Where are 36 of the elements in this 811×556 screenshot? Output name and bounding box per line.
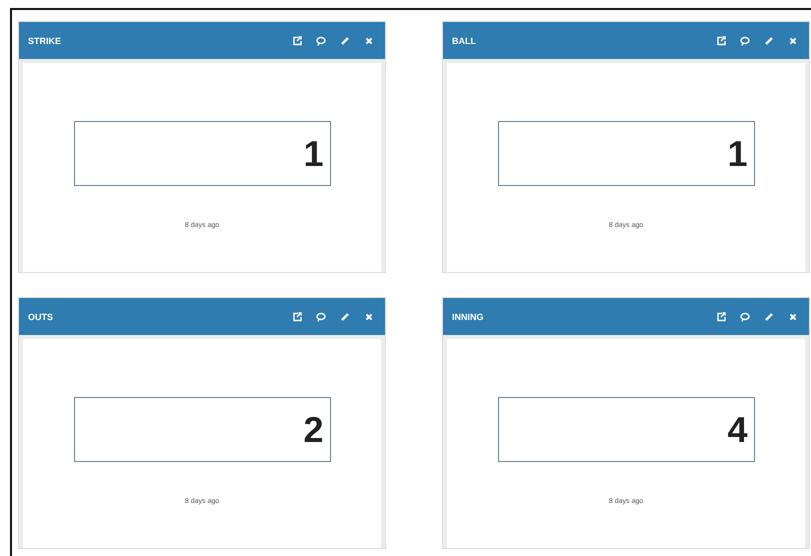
edit-button[interactable] bbox=[763, 310, 775, 322]
close-icon bbox=[364, 312, 374, 322]
comment-button[interactable] bbox=[315, 310, 327, 322]
external-link-button[interactable] bbox=[715, 310, 727, 322]
close-icon bbox=[364, 36, 374, 46]
speech-bubble-icon bbox=[740, 312, 750, 322]
external-link-button[interactable] bbox=[291, 34, 303, 46]
counter-value: 4 bbox=[727, 408, 748, 450]
speech-bubble-icon bbox=[316, 312, 326, 322]
pencil-icon bbox=[764, 312, 774, 322]
pencil-icon bbox=[340, 36, 350, 46]
external-link-icon bbox=[716, 36, 726, 46]
edit-button[interactable] bbox=[339, 34, 351, 46]
widget-title: OUTS bbox=[28, 312, 54, 322]
speech-bubble-icon bbox=[316, 36, 326, 46]
counter-value: 1 bbox=[727, 132, 748, 174]
external-link-button[interactable] bbox=[291, 310, 303, 322]
widget-title: INNING bbox=[452, 312, 484, 322]
counter-value: 2 bbox=[303, 408, 324, 450]
pencil-icon bbox=[340, 312, 350, 322]
external-link-button[interactable] bbox=[715, 34, 727, 46]
close-icon bbox=[788, 312, 798, 322]
comment-button[interactable] bbox=[315, 34, 327, 46]
close-icon bbox=[788, 36, 798, 46]
comment-button[interactable] bbox=[739, 310, 751, 322]
external-link-icon bbox=[292, 36, 302, 46]
pencil-icon bbox=[764, 36, 774, 46]
speech-bubble-icon bbox=[740, 36, 750, 46]
external-link-icon bbox=[292, 312, 302, 322]
counter-value: 1 bbox=[303, 132, 324, 174]
widget-title: BALL bbox=[452, 36, 477, 46]
external-link-icon bbox=[716, 312, 726, 322]
comment-button[interactable] bbox=[739, 34, 751, 46]
widget-title: STRIKE bbox=[28, 36, 62, 46]
edit-button[interactable] bbox=[763, 34, 775, 46]
edit-button[interactable] bbox=[339, 310, 351, 322]
